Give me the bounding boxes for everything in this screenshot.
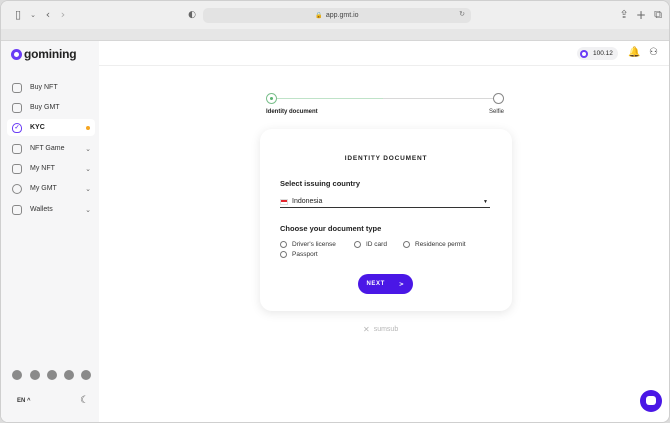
step-indicator-current [266,93,277,104]
sidebar-item-my-nft[interactable]: My NFT ⌄ [7,160,95,177]
step-indicator-next [493,93,504,104]
dark-mode-icon[interactable]: ☾ [80,395,89,406]
coin-icon [12,183,22,194]
chevron-down-icon: ⌄ [85,206,91,214]
browser-toolbar: ▯ ⌄ ‹ › ◐ 🔒 app.gmt.io ↻ ⇪ + ⧉ [1,1,669,29]
discord-icon[interactable] [12,370,22,380]
sumsub-text: sumsub [373,326,399,333]
sidebar-item-label: NFT Game [30,145,65,152]
logo-icon [11,48,22,60]
sidebar: gomining Buy NFT Buy GMT ✓ KYC NFT Game … [1,41,99,422]
address-bar[interactable]: 🔒 app.gmt.io ↻ [203,8,471,23]
card-title: IDENTITY DOCUMENT [344,155,428,162]
logo[interactable]: gomining [11,47,77,61]
sidebar-item-nft-game[interactable]: NFT Game ⌄ [7,140,95,157]
share-icon[interactable]: ⇪ [617,8,631,22]
radio-circle [354,241,361,248]
new-tab-icon[interactable]: + [634,8,648,22]
sumsub-branding: ✕ sumsub [363,325,398,334]
top-header: 100.12 🔔 ⚇ [99,41,669,66]
next-button[interactable]: NEXT > [358,274,413,294]
country-select[interactable]: Indonesia ▼ [280,196,490,208]
indonesia-flag-icon [280,198,288,205]
card-icon [12,102,22,113]
radio-circle [280,251,287,258]
caret-down-icon: ▼ [483,199,488,205]
stepper-progress-done [277,98,383,99]
sidebar-item-label: My GMT [30,185,57,192]
browser-window: ▯ ⌄ ‹ › ◐ 🔒 app.gmt.io ↻ ⇪ + ⧉ gomining … [0,0,670,423]
sidebar-item-buy-gmt[interactable]: Buy GMT [7,99,95,116]
nft-icon [12,82,22,93]
sidebar-item-buy-nft[interactable]: Buy NFT [7,79,95,96]
radio-circle [280,241,287,248]
country-value: Indonesia [292,198,323,205]
step-label-identity: Identity document [266,109,318,115]
sumsub-logo-icon: ✕ [363,325,370,334]
stepper-progress-remaining [383,98,493,99]
country-label: Select issuing country [280,179,361,188]
sidebar-item-label: My NFT [30,165,55,172]
telegram-icon[interactable] [30,370,40,380]
kyc-status-dot [86,125,90,130]
help-icon[interactable] [81,370,91,380]
chat-support-button[interactable] [640,390,662,412]
radio-label: Passport [292,251,318,258]
radio-drivers-license[interactable]: Driver's license [280,241,336,248]
game-icon [12,143,22,154]
forward-icon[interactable]: › [56,8,70,22]
user-icon[interactable]: ⚇ [649,47,658,58]
tab-strip [1,29,669,41]
sidebar-item-label: Wallets [30,206,53,213]
radio-label: Driver's license [292,241,336,248]
logo-text: gomining [24,47,77,61]
sidebar-item-my-gmt[interactable]: My GMT ⌄ [7,180,95,197]
gmt-coin-icon [580,49,588,58]
wallet-icon [12,204,22,215]
shield-check-icon: ✓ [12,122,22,133]
chevron-down-icon: ⌄ [85,145,91,153]
sidebar-item-label: Buy NFT [30,84,58,91]
radio-circle [403,241,410,248]
identity-document-card: IDENTITY DOCUMENT Select issuing country… [260,129,512,311]
url-text: app.gmt.io [325,12,359,19]
arrow-right-icon: > [398,280,405,288]
privacy-shield-icon[interactable]: ◐ [185,8,199,22]
instagram-icon[interactable] [64,370,74,380]
radio-residence-permit[interactable]: Residence permit [403,241,466,248]
twitter-icon[interactable] [47,370,57,380]
tabs-overview-icon[interactable]: ⧉ [651,8,665,22]
reload-icon[interactable]: ↻ [459,10,465,18]
radio-label: Residence permit [415,241,466,248]
chevron-down-icon: ⌄ [85,185,91,193]
radio-passport[interactable]: Passport [280,251,318,258]
doc-type-label: Choose your document type [280,224,382,233]
language-selector[interactable]: EN ^ [17,398,31,404]
chevron-down-icon[interactable]: ⌄ [26,8,40,22]
nft-grid-icon [12,163,22,174]
bell-icon[interactable]: 🔔 [628,47,640,58]
radio-id-card[interactable]: ID card [354,241,387,248]
step-label-selfie: Selfie [489,109,505,115]
chevron-down-icon: ⌄ [85,165,91,173]
next-button-label: NEXT [366,281,385,287]
balance-value: 100.12 [593,50,613,57]
sidebar-item-wallets[interactable]: Wallets ⌄ [7,201,95,218]
radio-label: ID card [366,241,387,248]
back-icon[interactable]: ‹ [41,8,55,22]
sidebar-item-label: Buy GMT [30,104,60,111]
sidebar-toggle-icon[interactable]: ▯ [11,8,25,22]
sidebar-item-label: KYC [30,124,45,131]
balance-badge[interactable]: 100.12 [577,47,618,60]
sidebar-item-kyc[interactable]: ✓ KYC [7,119,95,136]
lock-icon: 🔒 [315,13,323,19]
app-content: gomining Buy NFT Buy GMT ✓ KYC NFT Game … [1,41,669,422]
